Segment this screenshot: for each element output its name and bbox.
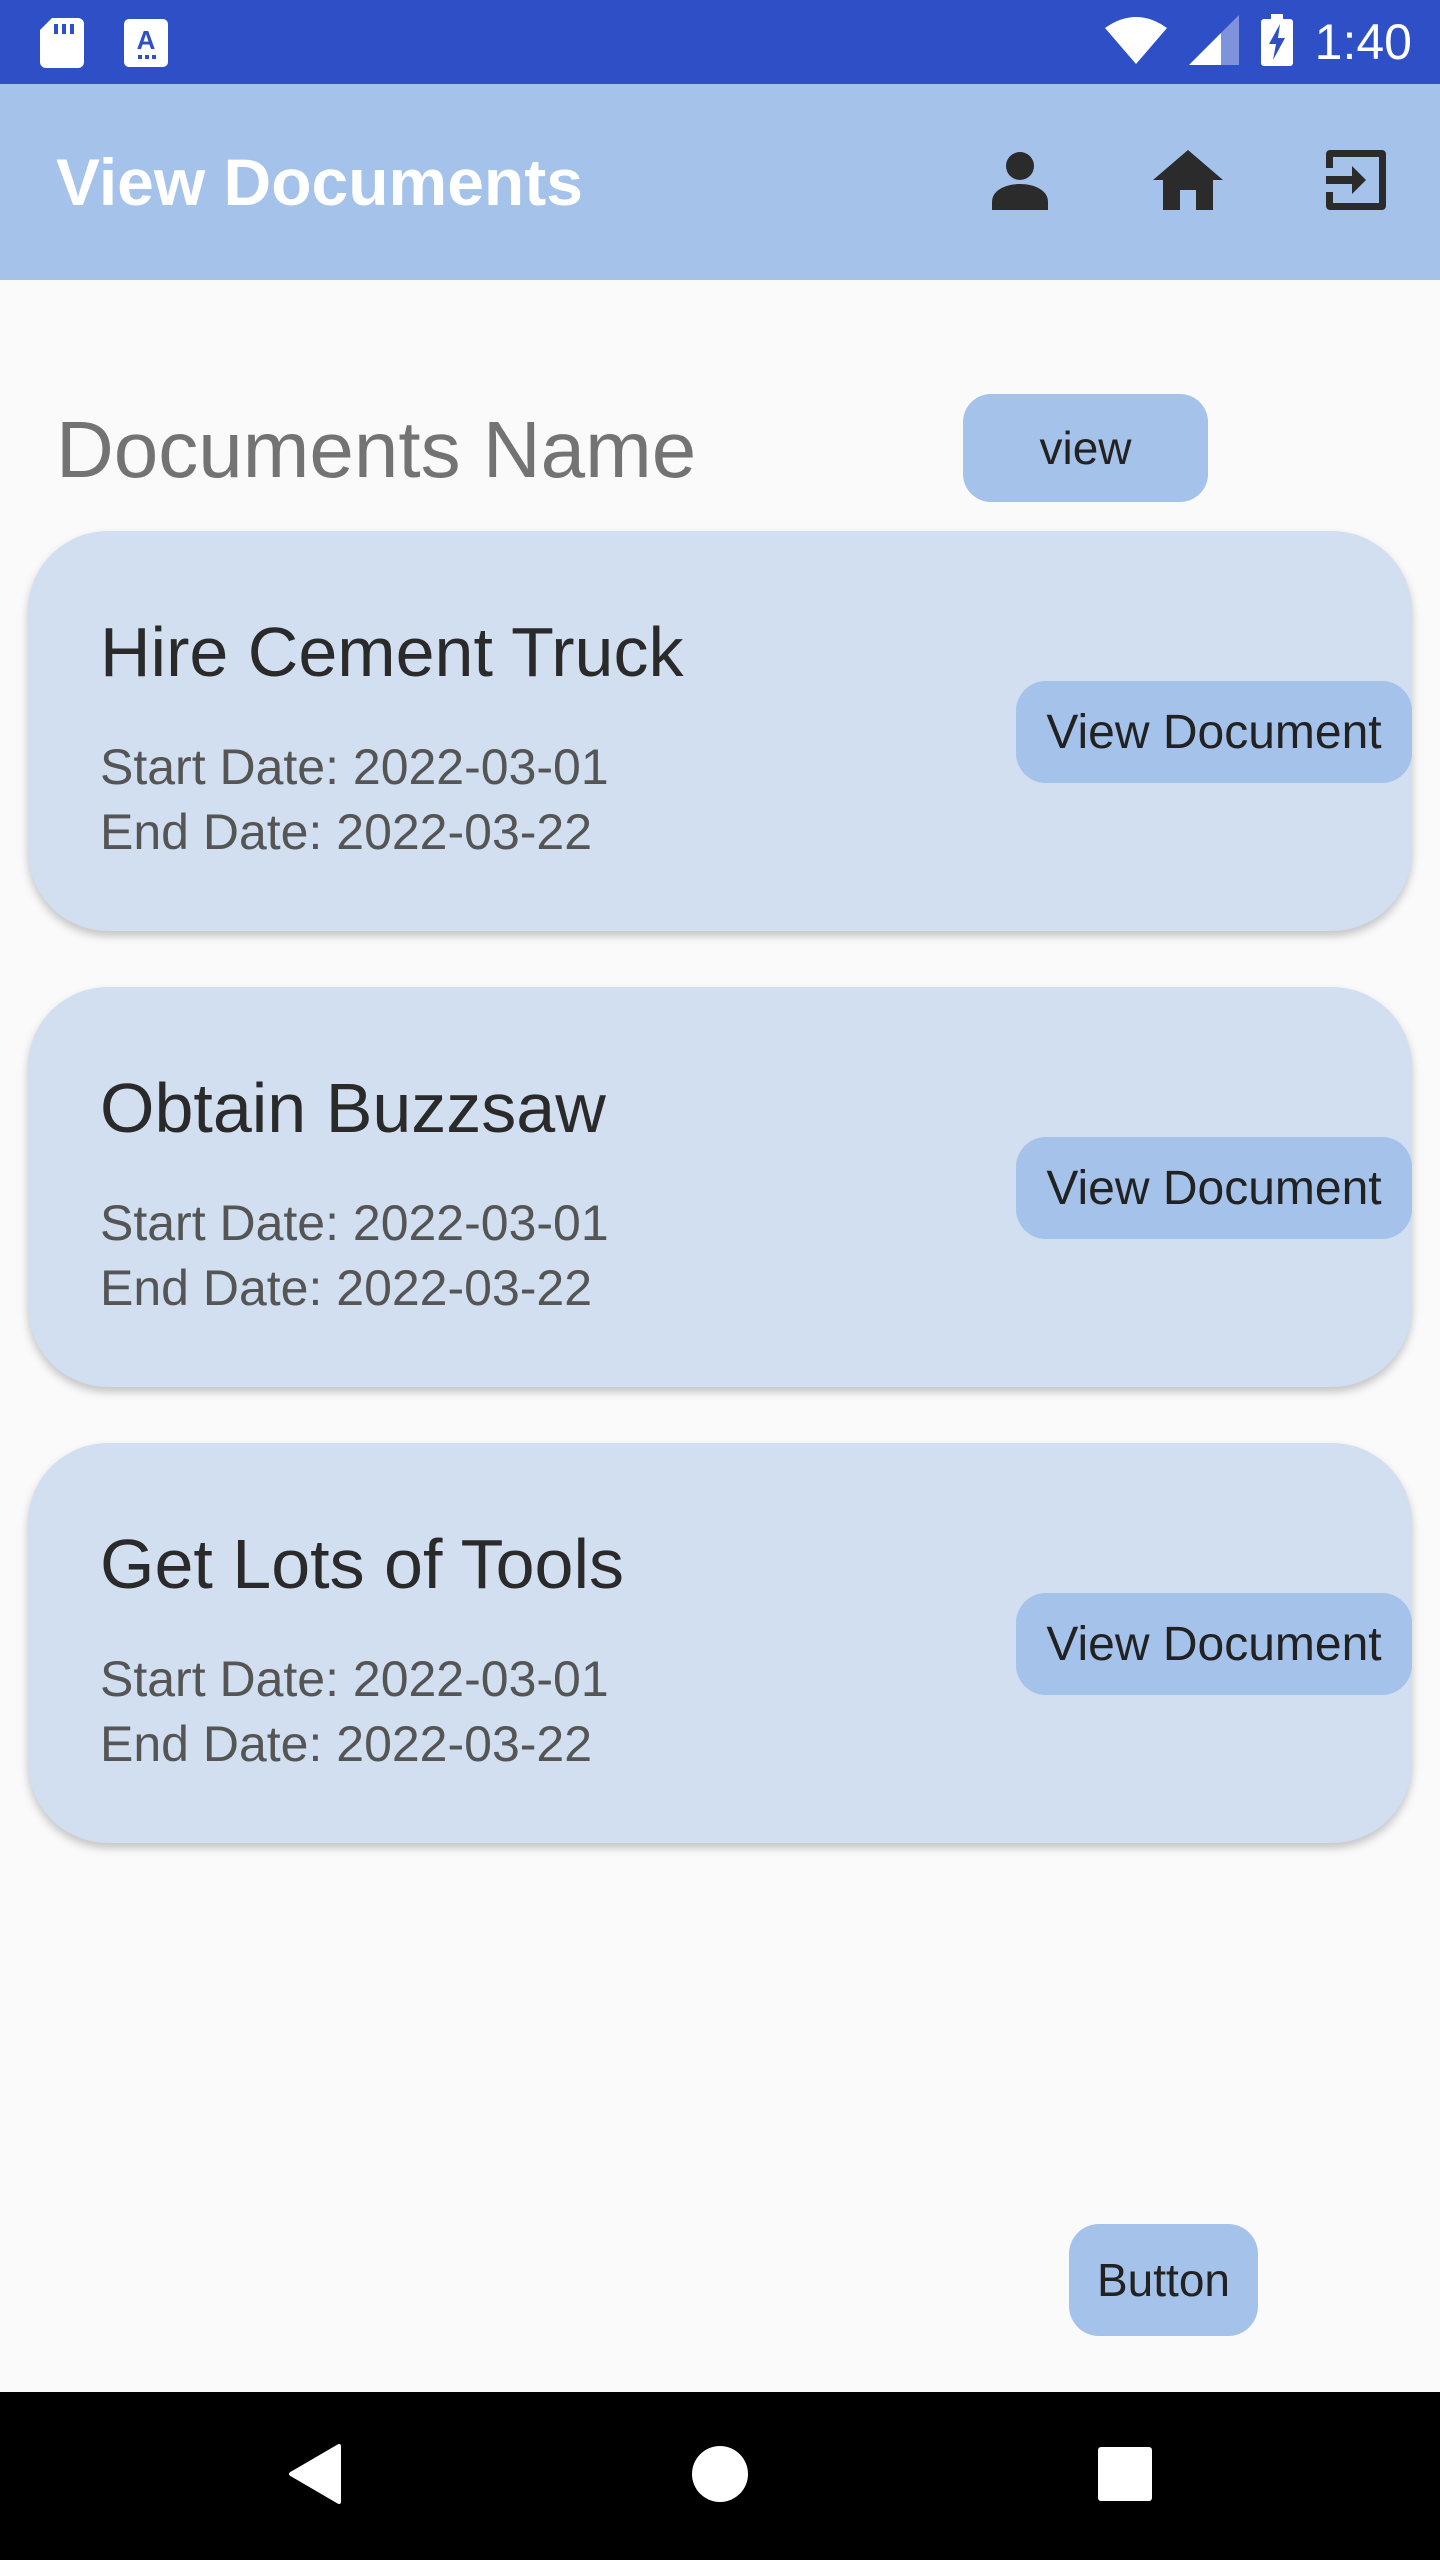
document-end-date: End Date: 2022-03-22 [100,804,593,860]
keyboard-a-icon: A [124,19,168,72]
document-title: Obtain Buzzsaw [100,1069,606,1147]
navigation-bar [0,2392,1440,2560]
clock-time: 1:40 [1314,14,1412,70]
signal-icon [1188,14,1239,70]
view-button[interactable]: view [963,394,1208,502]
sd-card-icon [40,18,84,73]
back-icon [287,2443,343,2509]
view-document-button[interactable]: View Document [1016,681,1412,783]
view-document-button[interactable]: View Document [1016,1137,1412,1239]
svg-text:A: A [137,25,156,55]
document-card: Obtain Buzzsaw Start Date: 2022-03-01 En… [28,987,1412,1387]
view-document-button[interactable]: View Document [1016,1593,1412,1695]
profile-button[interactable] [980,142,1060,222]
document-end-date: End Date: 2022-03-22 [100,1260,593,1316]
document-card: Hire Cement Truck Start Date: 2022-03-01… [28,531,1412,931]
home-icon [1153,149,1223,215]
documents-heading: Documents Name [56,405,697,494]
bottom-button[interactable]: Button [1069,2224,1258,2336]
document-title: Get Lots of Tools [100,1525,625,1603]
nav-back-button[interactable] [275,2436,355,2516]
logout-icon [1322,146,1390,219]
person-icon [990,150,1050,215]
wifi-icon [1104,16,1167,69]
battery-charging-icon [1260,13,1293,71]
home-button[interactable] [1148,142,1228,222]
document-start-date: Start Date: 2022-03-01 [100,1195,609,1251]
page-title: View Documents [56,145,583,219]
app-bar: View Documents [0,84,1440,280]
recents-icon [1098,2446,1152,2506]
document-card: Get Lots of Tools Start Date: 2022-03-01… [28,1443,1412,1843]
status-bar: A 1:40 [0,0,1440,84]
logout-button[interactable] [1316,142,1396,222]
document-start-date: Start Date: 2022-03-01 [100,1651,609,1707]
nav-recents-button[interactable] [1085,2436,1165,2516]
document-end-date: End Date: 2022-03-22 [100,1716,593,1772]
document-title: Hire Cement Truck [100,613,684,691]
document-start-date: Start Date: 2022-03-01 [100,739,609,795]
home-circle-icon [691,2445,749,2508]
nav-home-button[interactable] [680,2436,760,2516]
